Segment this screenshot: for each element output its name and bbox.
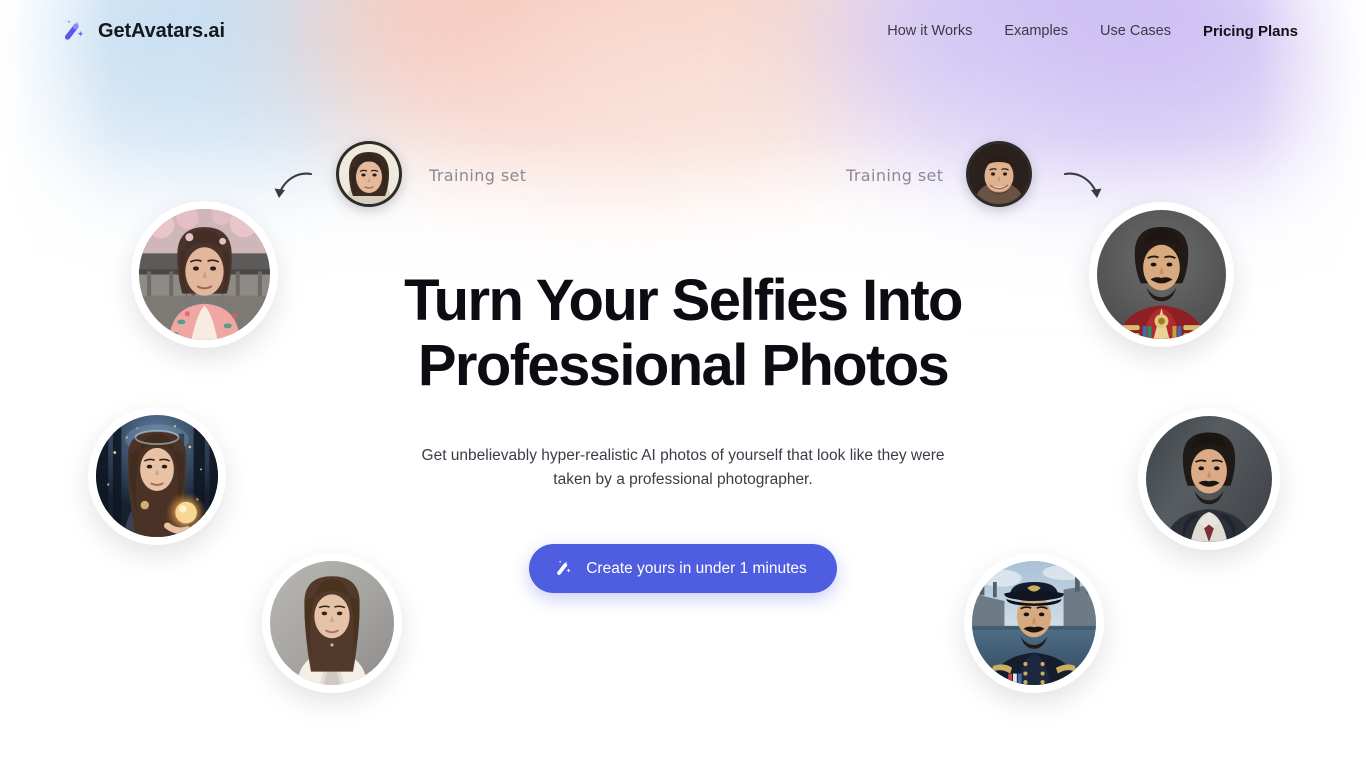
avatar-fantasy-woman-image	[96, 415, 218, 537]
create-avatars-button-label: Create yours in under 1 minutes	[586, 559, 807, 577]
nav-item-how-it-works[interactable]: How it Works	[871, 17, 988, 45]
nav-item-examples[interactable]: Examples	[988, 17, 1084, 45]
thumb-selfie-woman-image	[339, 144, 399, 204]
magic-wand-icon	[62, 18, 88, 44]
hero-section: Turn Your Selfies Into Professional Phot…	[0, 0, 1366, 768]
thumb-selfie-man-image	[969, 144, 1029, 204]
nav-item-use-cases[interactable]: Use Cases	[1084, 17, 1187, 45]
curved-arrow-down-right-icon	[1062, 168, 1106, 213]
create-avatars-button[interactable]: Create yours in under 1 minutes	[529, 544, 837, 593]
main-nav: How it Works Examples Use Cases Pricing …	[871, 17, 1304, 46]
avatar-suited-man-image	[1146, 416, 1272, 542]
magic-wand-icon	[555, 559, 574, 578]
thumb-selfie-man[interactable]	[966, 141, 1032, 207]
hero-subtitle: Get unbelievably hyper-realistic AI phot…	[421, 447, 945, 488]
avatar-red-uniform-man-image	[1097, 210, 1226, 339]
training-set-label-right: Training set	[846, 166, 944, 185]
avatar-red-uniform-man[interactable]	[1089, 202, 1234, 347]
avatar-business-woman[interactable]	[262, 553, 402, 693]
avatar-naval-officer-man-image	[972, 561, 1096, 685]
curved-arrow-down-left-icon	[270, 168, 314, 213]
avatar-suited-man[interactable]	[1138, 408, 1280, 550]
headline-line-2: Professional Photos	[417, 333, 950, 398]
landing-page: GetAvatars.ai How it Works Examples Use …	[0, 0, 1366, 768]
training-set-label-left: Training set	[429, 166, 527, 185]
avatar-kimono-woman[interactable]	[131, 201, 278, 348]
avatar-fantasy-woman[interactable]	[88, 407, 226, 545]
nav-item-pricing-plans[interactable]: Pricing Plans	[1187, 17, 1304, 46]
thumb-selfie-woman[interactable]	[336, 141, 402, 207]
avatar-kimono-woman-image	[139, 209, 270, 340]
brand-name: GetAvatars.ai	[98, 19, 225, 42]
cta-container: Create yours in under 1 minutes	[373, 544, 993, 593]
hero-content: Turn Your Selfies Into Professional Phot…	[373, 268, 993, 593]
headline-line-1: Turn Your Selfies Into	[404, 268, 963, 333]
site-header: GetAvatars.ai How it Works Examples Use …	[0, 0, 1366, 62]
brand-logo[interactable]: GetAvatars.ai	[62, 18, 225, 44]
page-title: Turn Your Selfies Into Professional Phot…	[373, 268, 993, 398]
avatar-business-woman-image	[270, 561, 394, 685]
avatar-naval-officer-man[interactable]	[964, 553, 1104, 693]
